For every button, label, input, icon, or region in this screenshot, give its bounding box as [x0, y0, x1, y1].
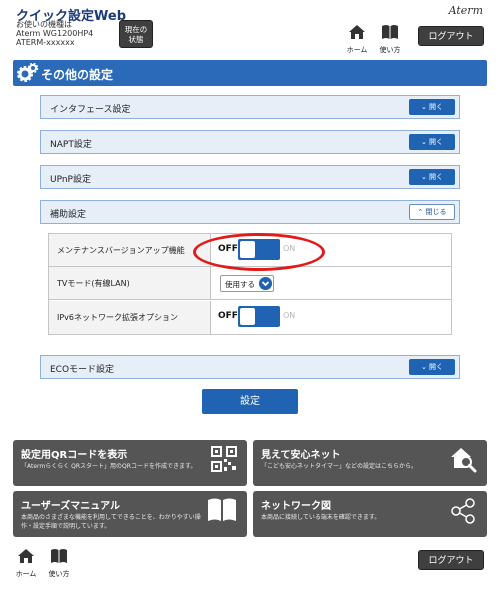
highlight-annotation	[193, 233, 325, 271]
apply-button[interactable]: 設定	[202, 389, 298, 414]
brand-logo: Aterm	[448, 4, 483, 17]
expand-button[interactable]: ⌄ 開く	[409, 99, 455, 115]
footer-logout-button[interactable]: ログアウト	[418, 550, 484, 570]
chevron-down-icon	[259, 277, 272, 290]
tile-network-map[interactable]: ネットワーク図 本商品に接続している端末を確認できます。	[253, 491, 487, 537]
accordion-upnp[interactable]: UPnP設定 ⌄ 開く	[40, 165, 460, 189]
qr-code-icon	[211, 446, 237, 472]
expand-label: 開く	[429, 103, 444, 111]
chevron-down-icon: ⌄	[420, 173, 427, 181]
expand-button[interactable]: ⌄ 開く	[409, 169, 455, 185]
setting-value: 使用する	[212, 267, 451, 299]
device-id: ATERM-xxxxxx	[16, 38, 75, 47]
accordion-label: インタフェース設定	[50, 105, 131, 115]
tile-description: 「Atermらくらく QRスタート」用のQRコードを作成できます。	[21, 463, 197, 470]
expand-label: 開く	[429, 138, 444, 146]
tile-description: 「こども安心ネットタイマー」などの設定はこちらから。	[261, 463, 418, 470]
chevron-up-icon: ⌃	[417, 208, 424, 216]
chevron-down-icon: ⌄	[420, 363, 427, 371]
collapse-button[interactable]: ⌃ 閉じる	[409, 204, 455, 220]
footer-home-nav[interactable]: ホーム	[13, 548, 39, 579]
book-icon	[382, 25, 398, 39]
accordion-interface[interactable]: インタフェース設定 ⌄ 開く	[40, 95, 460, 119]
chevron-down-icon: ⌄	[420, 103, 427, 111]
tile-qr-code[interactable]: 設定用QRコードを表示 「Atermらくらく QRスタート」用のQRコードを作成…	[13, 440, 247, 486]
home-label: ホーム	[15, 570, 37, 578]
ipv6-extension-toggle[interactable]	[238, 306, 280, 327]
accordion-napt[interactable]: NAPT設定 ⌄ 開く	[40, 130, 460, 154]
setting-row: IPv6ネットワーク拡張オプション OFF ON	[49, 301, 451, 334]
chevron-down-icon: ⌄	[420, 138, 427, 146]
home-label: ホーム	[346, 46, 368, 54]
tile-title: 見えて安心ネット	[261, 450, 341, 461]
book-icon	[51, 549, 67, 563]
setting-label: メンテナンスバージョンアップ機能	[49, 234, 211, 266]
tile-description: 本商品に接続している端末を確認できます。	[261, 514, 381, 521]
tile-title: ネットワーク図	[261, 501, 331, 512]
current-status-button[interactable]: 現在の 状態	[119, 20, 153, 48]
setting-row: TVモード(有線LAN) 使用する	[49, 267, 451, 300]
status-button-line1: 現在の	[124, 25, 148, 34]
accordion-label: 補助設定	[50, 210, 87, 220]
section-header: その他の設定	[13, 60, 487, 86]
header: クイック設定Web お使いの機種は Aterm WG1200HP4 ATERM-…	[0, 0, 500, 55]
footer-howto-nav[interactable]: 使い方	[46, 548, 72, 579]
setting-value: OFF ON	[212, 301, 451, 334]
status-button-line2: 状態	[128, 35, 144, 44]
tile-title: ユーザーズマニュアル	[21, 501, 120, 512]
accordion-label: ECOモード設定	[50, 365, 115, 375]
tile-safe-net[interactable]: 見えて安心ネット 「こども安心ネットタイマー」などの設定はこちらから。	[253, 440, 487, 486]
accordion-label: UPnP設定	[50, 175, 91, 185]
toggle-knob	[240, 308, 255, 325]
device-label: お使いの機種は	[16, 20, 72, 29]
accordion-eco[interactable]: ECOモード設定 ⌄ 開く	[40, 355, 460, 379]
gear-icon	[17, 63, 39, 82]
tile-description: 本商品のさまざまな機能を利用してできることを、わかりやすい操作・設定手順で説明し…	[21, 514, 201, 530]
share-network-icon	[451, 498, 475, 524]
logout-button[interactable]: ログアウト	[418, 26, 484, 46]
expand-button[interactable]: ⌄ 開く	[409, 134, 455, 150]
setting-label: TVモード(有線LAN)	[49, 267, 211, 299]
device-model: Aterm WG1200HP4	[16, 29, 94, 38]
accordion-auxiliary[interactable]: 補助設定 ⌃ 閉じる	[40, 200, 460, 224]
section-title: その他の設定	[41, 68, 114, 82]
toggle-on-label: ON	[283, 311, 296, 320]
expand-button[interactable]: ⌄ 開く	[409, 359, 455, 375]
tile-title: 設定用QRコードを表示	[21, 450, 128, 461]
tv-mode-select[interactable]: 使用する	[220, 275, 274, 292]
expand-label: 開く	[429, 173, 444, 181]
house-search-icon	[451, 448, 477, 473]
accordion-label: NAPT設定	[50, 140, 92, 150]
howto-nav[interactable]: 使い方	[377, 24, 403, 55]
toggle-off-label: OFF	[218, 311, 238, 321]
home-icon	[349, 25, 365, 39]
setting-label: IPv6ネットワーク拡張オプション	[49, 301, 211, 334]
select-value: 使用する	[225, 280, 255, 289]
howto-label: 使い方	[48, 570, 70, 578]
tile-user-manual[interactable]: ユーザーズマニュアル 本商品のさまざまな機能を利用してできることを、わかりやすい…	[13, 491, 247, 537]
expand-label: 開く	[429, 363, 444, 371]
book-icon	[208, 498, 236, 521]
howto-label: 使い方	[379, 46, 401, 54]
home-icon	[18, 549, 34, 563]
collapse-label: 閉じる	[425, 208, 447, 216]
home-nav[interactable]: ホーム	[344, 24, 370, 55]
